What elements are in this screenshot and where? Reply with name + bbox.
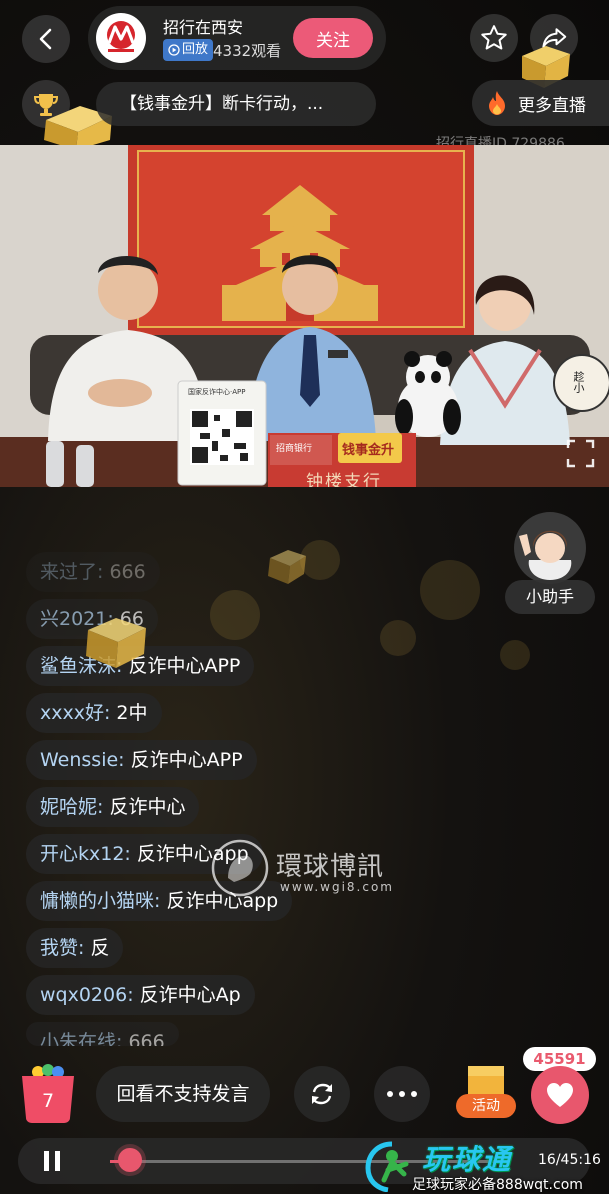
comment-user: 开心kx12:	[40, 843, 131, 865]
follow-button[interactable]: 关注	[293, 18, 373, 58]
watermark-title: 環球博訊	[276, 852, 385, 882]
bokeh	[420, 560, 480, 620]
comment-user: 来过了:	[40, 561, 104, 583]
comment-item: 来过了: 666	[26, 552, 160, 592]
watermark-wgi: 環球博訊 www.wgi8.com	[210, 838, 410, 898]
ellipsis-icon	[387, 1091, 417, 1097]
comment-text: 2中	[110, 702, 148, 724]
flame-icon	[489, 91, 505, 115]
watermark-title: 玩球通	[422, 1143, 513, 1176]
comment-text: 666	[103, 561, 146, 583]
comment-text: 反诈中心Ap	[133, 984, 241, 1006]
comment-item: xxxx好: 2中	[26, 693, 162, 733]
activity-label: 活动	[456, 1094, 516, 1118]
comment-item: 妮哈妮: 反诈中心	[26, 787, 200, 827]
lion-seal-icon	[211, 839, 269, 897]
notice-banner[interactable]: 【钱事金升】断卡行动，...	[96, 82, 376, 126]
pause-button[interactable]	[40, 1149, 64, 1173]
comment-text: 反诈中心APP	[124, 749, 243, 771]
watermark-subtitle: 足球玩家必备888wqt.com	[412, 1177, 583, 1193]
fan-text: 趁小	[572, 371, 585, 393]
watermark-wqt: 玩球通 足球玩家必备888wqt.com	[360, 1138, 609, 1194]
gold-box-decoration	[268, 550, 306, 584]
desk-logo-text: 招商银行	[276, 444, 313, 454]
heart-icon	[547, 1083, 573, 1107]
comment-item: 小朱在线: 666	[26, 1022, 179, 1046]
refresh-icon	[311, 1083, 333, 1105]
replay-badge: 回放	[163, 39, 214, 61]
assistant-label: 小助手	[505, 580, 595, 614]
comment-item: Wenssie: 反诈中心APP	[26, 740, 257, 780]
desk-label: 钟楼支行	[306, 472, 382, 487]
comment-disabled-label: 回看不支持发言	[96, 1066, 270, 1122]
comment-item: wqx0206: 反诈中心Ap	[26, 975, 255, 1015]
more-live-label: 更多直播	[518, 95, 586, 116]
chevron-left-icon	[39, 28, 52, 50]
live-video[interactable]: 国家反诈中心·APP 招商银行 钱事金升 钟楼支行 趁小	[0, 145, 609, 487]
qr-card-title: 国家反诈中心·APP	[188, 388, 246, 396]
more-live-button[interactable]: 更多直播	[472, 80, 609, 126]
refresh-button[interactable]	[294, 1066, 350, 1122]
comment-text: 反	[84, 937, 110, 959]
comment-user: 小朱在线:	[40, 1031, 123, 1046]
comment-user: wqx0206:	[40, 984, 134, 1006]
assistant-button[interactable]: 小助手	[505, 510, 595, 614]
bokeh	[500, 640, 530, 670]
assistant-avatar	[514, 512, 586, 584]
gold-box-decoration	[86, 618, 146, 668]
host-card[interactable]: 招行在西安 回放 4332观看 关注	[88, 6, 386, 70]
pause-icon	[44, 1151, 60, 1171]
comment-user: 妮哈妮:	[40, 796, 104, 818]
bank-logo	[96, 13, 146, 63]
star-icon	[481, 25, 507, 50]
comment-user: xxxx好:	[40, 702, 111, 724]
desk-sign-text: 钱事金升	[342, 443, 395, 458]
comment-text: 反诈中心	[103, 796, 186, 818]
shopping-bag-button[interactable]: 7	[18, 1062, 78, 1124]
replay-badge-label: 回放	[182, 42, 209, 57]
host-name: 招行在西安	[163, 18, 244, 37]
comment-item: 我赞: 反	[26, 928, 124, 968]
comment-text: 666	[122, 1031, 165, 1046]
favorite-button[interactable]	[470, 14, 518, 62]
activity-button[interactable]: 活动	[456, 1062, 516, 1122]
bokeh	[380, 620, 416, 656]
bokeh	[210, 590, 260, 640]
comment-user: Wenssie:	[40, 749, 125, 771]
comment-user: 慵懒的小猫咪:	[40, 890, 161, 912]
video-scene	[0, 145, 609, 487]
replay-icon	[168, 44, 180, 56]
like-button[interactable]	[531, 1066, 589, 1124]
progress-thumb[interactable]	[118, 1148, 142, 1172]
watermark-url: www.wgi8.com	[280, 880, 394, 894]
comment-user: 我赞:	[40, 937, 85, 959]
more-options-button[interactable]	[374, 1066, 430, 1122]
back-button[interactable]	[22, 15, 70, 63]
bag-count: 7	[41, 1090, 55, 1112]
viewer-count: 4332观看	[213, 42, 282, 60]
